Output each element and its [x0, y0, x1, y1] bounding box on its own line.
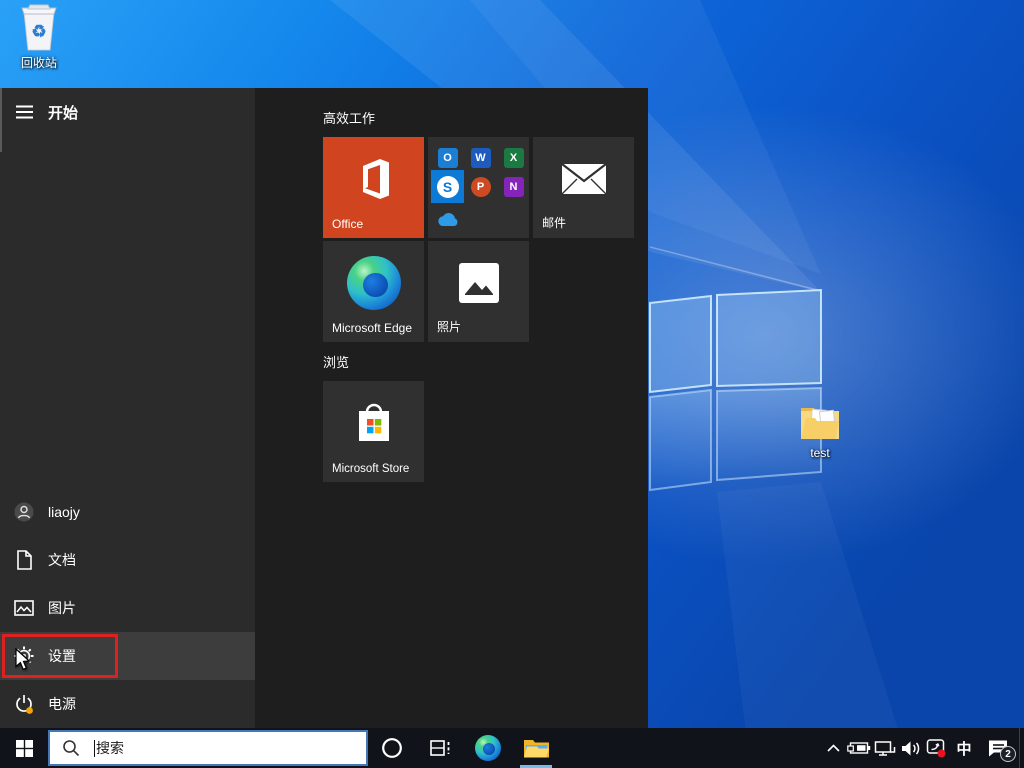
hamburger-menu-button[interactable]: [0, 88, 48, 136]
windows-logo-icon: [15, 739, 33, 757]
tray-battery-button[interactable]: [846, 728, 872, 768]
taskbar-search-input[interactable]: 搜索: [48, 730, 368, 766]
sidebar-item-power[interactable]: 电源: [0, 680, 255, 728]
cortana-icon: [382, 738, 402, 758]
windows-desktop: ♻ 回收站 test 开始 liaojy 文档 图片 设置 电源 高效工作 浏览…: [0, 0, 1024, 768]
cortana-button[interactable]: [368, 728, 416, 768]
tray-volume-button[interactable]: [898, 728, 924, 768]
sidebar-item-label: 图片: [48, 600, 76, 616]
gear-icon: [0, 632, 48, 680]
app-with-red-dot-icon: [926, 739, 946, 758]
sidebar-item-user[interactable]: liaojy: [0, 488, 255, 536]
show-desktop-button[interactable]: [1019, 728, 1024, 768]
office-logo-icon: [362, 159, 389, 200]
onedrive-icon[interactable]: [431, 203, 464, 236]
speaker-icon: [902, 741, 920, 755]
edge-taskbar-button[interactable]: [464, 728, 512, 768]
svg-text:♻: ♻: [31, 22, 46, 41]
ethernet-network-icon: [874, 740, 896, 756]
file-explorer-button[interactable]: [512, 728, 560, 768]
search-placeholder: 搜索: [96, 740, 124, 756]
powerpoint-icon[interactable]: P: [464, 170, 497, 203]
tile-label: Microsoft Edge: [332, 321, 413, 335]
store-bag-icon: [358, 404, 389, 442]
tile-photos[interactable]: 照片: [428, 241, 529, 342]
ime-language-indicator[interactable]: 中: [950, 738, 978, 759]
task-view-icon: [430, 740, 450, 756]
red-notification-dot: [937, 749, 946, 758]
sidebar-item-label: liaojy: [48, 504, 80, 520]
search-icon: [63, 740, 80, 757]
tile-label: Office: [332, 217, 364, 231]
tile-microsoft-store[interactable]: Microsoft Store: [323, 381, 424, 482]
sidebar-item-label: 电源: [48, 696, 76, 712]
tray-app-notification-button[interactable]: [924, 728, 950, 768]
photos-icon: [458, 263, 499, 304]
hamburger-icon: [15, 105, 33, 119]
action-center-button[interactable]: 2: [978, 728, 1018, 768]
battery-charging-icon: [847, 742, 871, 754]
sidebar-item-label: 设置: [48, 648, 76, 664]
tile-mail[interactable]: 邮件: [533, 137, 634, 238]
sidebar-item-pictures[interactable]: 图片: [0, 584, 255, 632]
start-menu-tiles-area: 高效工作 浏览 Office O W X S P N 邮件 Microsoft …: [255, 88, 648, 728]
tile-office-apps[interactable]: O W X S P N: [428, 137, 529, 238]
task-view-button[interactable]: [416, 728, 464, 768]
tray-network-button[interactable]: [872, 728, 898, 768]
tile-label: Microsoft Store: [332, 463, 410, 475]
notification-count-badge: 2: [1000, 746, 1016, 762]
start-menu: 开始 liaojy 文档 图片 设置 电源 高效工作 浏览 Office O W…: [0, 88, 648, 728]
skype-icon[interactable]: S: [431, 170, 464, 203]
taskbar-app-icons: [368, 728, 560, 768]
start-menu-header: 开始: [0, 88, 78, 136]
text-caret: [94, 739, 95, 757]
pictures-icon: [0, 584, 48, 632]
update-pending-dot: [26, 707, 33, 714]
chevron-up-icon: [826, 744, 840, 752]
tile-label: 邮件: [542, 216, 567, 230]
sidebar-item-documents[interactable]: 文档: [0, 536, 255, 584]
file-explorer-icon: [523, 740, 549, 758]
desktop-icon-label: 回收站: [20, 56, 57, 70]
start-button[interactable]: [0, 728, 48, 768]
mail-envelope-icon: [560, 163, 607, 195]
sidebar-item-label: 文档: [48, 552, 76, 568]
recycle-bin-icon: ♻: [21, 4, 57, 51]
desktop-icon-test-folder[interactable]: test: [782, 402, 858, 460]
tile-group-title: 浏览: [323, 355, 350, 370]
tray-chevron-button[interactable]: [820, 728, 846, 768]
office-apps-grid: O W X S P N: [431, 139, 531, 239]
desktop-icon-label: test: [810, 446, 830, 460]
system-tray: 中 2: [820, 728, 1018, 768]
folder-icon: [801, 408, 839, 439]
taskbar: 搜索 中 2: [0, 728, 1024, 768]
edge-icon: [475, 735, 501, 761]
start-menu-sidebar: 开始 liaojy 文档 图片 设置 电源: [0, 88, 255, 728]
tile-group-title: 高效工作: [323, 111, 376, 126]
desktop-icon-recycle-bin[interactable]: ♻ 回收站: [1, 4, 77, 71]
user-avatar-icon: [0, 488, 48, 536]
document-icon: [0, 536, 48, 584]
sidebar-item-settings[interactable]: 设置: [0, 632, 255, 680]
edge-logo-icon: [346, 256, 401, 311]
onenote-icon[interactable]: N: [497, 170, 530, 203]
tile-label: 照片: [437, 320, 462, 334]
power-icon: [0, 680, 48, 728]
tile-office[interactable]: Office: [323, 137, 424, 238]
tile-microsoft-edge[interactable]: Microsoft Edge: [323, 241, 424, 342]
start-menu-title: 开始: [48, 104, 79, 122]
